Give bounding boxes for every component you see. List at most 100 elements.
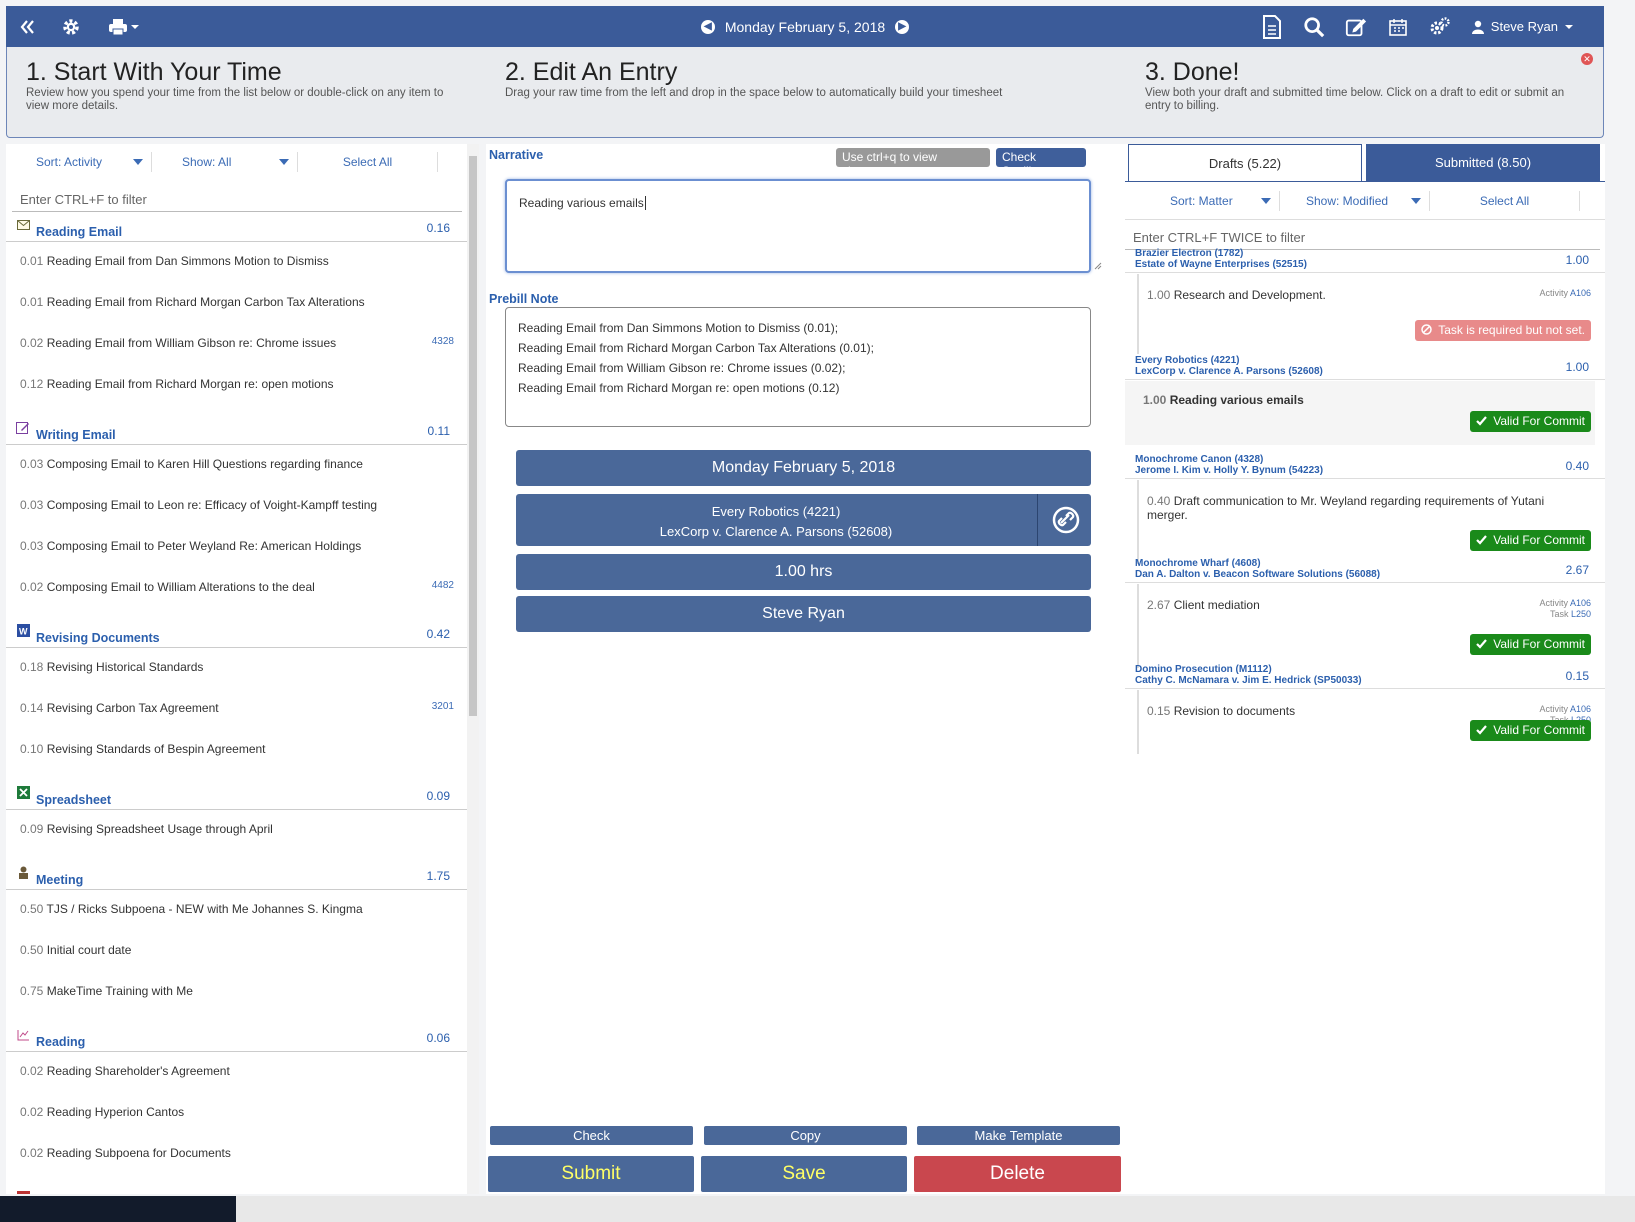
matter-header[interactable]: Every Robotics (4221) LexCorp v. Clarence…	[1135, 355, 1323, 377]
date-selector[interactable]: Monday February 5, 2018	[516, 450, 1091, 486]
status-text: Task is required but not set.	[1438, 323, 1585, 337]
list-item[interactable]: 0.50 Initial court date	[6, 931, 468, 972]
matter-header[interactable]: Monochrome Canon (4328) Jerome I. Kim v. …	[1135, 454, 1323, 476]
select-all-button[interactable]: Select All	[298, 152, 438, 172]
category-header[interactable]: 31Appointment2.00	[6, 1184, 468, 1194]
close-icon[interactable]: ✕	[1581, 53, 1593, 65]
matter-selector[interactable]: Every Robotics (4221) LexCorp v. Clarenc…	[516, 494, 1091, 546]
collapse-icon[interactable]	[16, 16, 38, 38]
document-icon[interactable]	[1261, 14, 1283, 39]
print-icon[interactable]	[104, 16, 144, 38]
list-item[interactable]: 0.12 Reading Email from Richard Morgan r…	[6, 365, 468, 406]
list-item[interactable]: 0.50 TJS / Ricks Subpoena - NEW with Me …	[6, 890, 468, 931]
meeting-icon	[16, 866, 30, 879]
valid-badge: Valid For Commit	[1470, 530, 1591, 551]
sort-bar: Sort: Activity Show: All Select All	[6, 144, 468, 180]
matter-link-button[interactable]	[1037, 494, 1091, 546]
submit-button[interactable]: Submit	[488, 1156, 694, 1192]
matter-header[interactable]: Monochrome Wharf (4608) Dan A. Dalton v. …	[1135, 558, 1380, 580]
draft-entry[interactable]: 1.00 Research and Development. Activity A…	[1137, 274, 1595, 354]
list-item[interactable]: 0.03 Composing Email to Peter Weyland Re…	[6, 527, 468, 568]
list-item[interactable]: 0.14 Revising Carbon Tax Agreement 3201	[6, 689, 468, 730]
list-item[interactable]: 0.09 Revising Spreadsheet Usage through …	[6, 810, 468, 851]
tab-submitted[interactable]: Submitted (8.50)	[1366, 144, 1600, 181]
draft-entry[interactable]: 2.67 Client mediation Activity A106 Task L…	[1137, 584, 1595, 668]
check-button[interactable]: Check	[490, 1126, 693, 1145]
timekeeper-selector[interactable]: Steve Ryan	[516, 596, 1091, 632]
next-day-icon[interactable]: ▶	[895, 19, 910, 34]
category-total: 0.42	[426, 627, 450, 641]
scrollbar-thumb[interactable]	[469, 156, 477, 716]
item-text: MakeTime Training with Me	[46, 984, 193, 998]
list-item[interactable]: 0.02 Composing Email to William Alterati…	[6, 568, 468, 609]
step-1: 1. Start With Your Time Review how you s…	[26, 58, 446, 114]
check-spelling-button[interactable]: Check Spelling	[996, 148, 1086, 178]
sort-dropdown[interactable]: Sort: Activity	[6, 152, 152, 172]
word-icon: W	[16, 624, 30, 637]
resize-handle-icon[interactable]	[1094, 262, 1102, 270]
select-all-button[interactable]: Select All	[1430, 191, 1580, 211]
item-text: Reading Shareholder's Agreement	[46, 1064, 230, 1078]
list-item[interactable]: 0.18 Revising Historical Standards	[6, 648, 468, 689]
draft-entry[interactable]: 0.15 Revision to documentsActivity A106T…	[1137, 690, 1595, 754]
calendar-icon[interactable]	[1387, 16, 1409, 38]
narrative-input[interactable]: Reading various emails	[505, 179, 1091, 273]
matter-name: Dan A. Dalton v. Beacon Software Solutio…	[1135, 569, 1381, 580]
item-text: Composing Email to William Alterations t…	[46, 580, 315, 594]
hours-input[interactable]: 1.00 hrs	[516, 554, 1091, 590]
item-text: Composing Email to Leon re: Efficacy of …	[46, 498, 378, 512]
sort-label: Sort: Matter	[1170, 194, 1233, 208]
matter-header[interactable]: Domino Prosecution (M1112) Cathy C. McNam…	[1135, 664, 1362, 686]
category-header[interactable]: Writing Email 0.11	[6, 415, 468, 445]
item-hours: 0.12	[20, 377, 44, 391]
shortcuts-button[interactable]: Use ctrl+q to view shortcuts	[836, 148, 990, 178]
list-item[interactable]: 0.02 Reading Hyperion Cantos	[6, 1093, 468, 1134]
client-name: Brazier Electron (1782)	[1135, 248, 1244, 259]
list-item[interactable]: 0.02 Reading Shareholder's Agreement	[6, 1052, 468, 1093]
show-dropdown[interactable]: Show: Modified	[1280, 191, 1430, 211]
make-template-button[interactable]: Make Template	[917, 1126, 1120, 1145]
delete-button[interactable]: Delete	[914, 1156, 1121, 1192]
list-item[interactable]: 0.10 Revising Standards of Bespin Agreem…	[6, 730, 468, 771]
user-menu[interactable]: Steve Ryan	[1471, 19, 1574, 34]
list-item[interactable]: 0.75 MakeTime Training with Me	[6, 972, 468, 1013]
list-item[interactable]: 0.01 Reading Email from Dan Simmons Moti…	[6, 242, 468, 283]
save-button[interactable]: Save	[701, 1156, 907, 1192]
draft-entry[interactable]: 1.00 Reading various emails Valid For Com…	[1125, 381, 1595, 445]
category-name: Reading	[36, 1035, 86, 1049]
category-header[interactable]: W Revising Documents 0.42	[6, 618, 468, 648]
settings-icon[interactable]	[1429, 16, 1451, 38]
top-bar: ◀ Monday February 5, 2018 ▶ Steve Ryan	[6, 6, 1604, 47]
left-scrollbar[interactable]	[467, 144, 479, 1194]
category-header[interactable]: Meeting 1.75	[6, 860, 468, 890]
item-hours: 0.03	[20, 539, 44, 553]
category-header[interactable]: Reading 0.06	[6, 1022, 468, 1052]
list-item[interactable]: 0.02 Reading Subpoena for Documents	[6, 1134, 468, 1175]
list-item[interactable]: 0.03 Composing Email to Karen Hill Quest…	[6, 445, 468, 486]
prebill-label: Prebill Note	[489, 292, 559, 306]
category-header[interactable]: Spreadsheet 0.09	[6, 780, 468, 810]
drafts-filter-input[interactable]: Enter CTRL+F TWICE to filter	[1125, 224, 1600, 250]
draft-entry[interactable]: 0.40 Draft communication to Mr. Weyland …	[1137, 480, 1595, 564]
prev-day-icon[interactable]: ◀	[700, 19, 715, 34]
copy-button[interactable]: Copy	[704, 1126, 907, 1145]
sort-dropdown[interactable]: Sort: Matter	[1125, 191, 1280, 211]
gear-icon[interactable]	[60, 16, 82, 38]
item-hours: 0.75	[20, 984, 44, 998]
matter-header[interactable]: Brazier Electron (1782) Estate of Wayne E…	[1135, 248, 1307, 270]
edit-icon[interactable]	[1345, 16, 1367, 38]
item-hours: 0.50	[20, 902, 44, 916]
category-header[interactable]: Reading Email 0.16	[6, 212, 468, 242]
calendar-icon: 31	[16, 1190, 30, 1194]
search-icon[interactable]	[1303, 16, 1325, 38]
chevron-down-icon	[1411, 198, 1421, 204]
filter-input[interactable]: Enter CTRL+F to filter	[12, 186, 462, 212]
category-total: 0.16	[426, 221, 450, 235]
list-item[interactable]: 0.03 Composing Email to Leon re: Efficac…	[6, 486, 468, 527]
list-item[interactable]: 0.02 Reading Email from William Gibson r…	[6, 324, 468, 365]
list-item[interactable]: 0.01 Reading Email from Richard Morgan C…	[6, 283, 468, 324]
tab-drafts[interactable]: Drafts (5.22)	[1128, 144, 1362, 181]
step-title: 2. Edit An Entry	[505, 58, 678, 86]
prebill-note-input[interactable]: Reading Email from Dan Simmons Motion to…	[505, 307, 1091, 427]
show-dropdown[interactable]: Show: All	[152, 152, 298, 172]
